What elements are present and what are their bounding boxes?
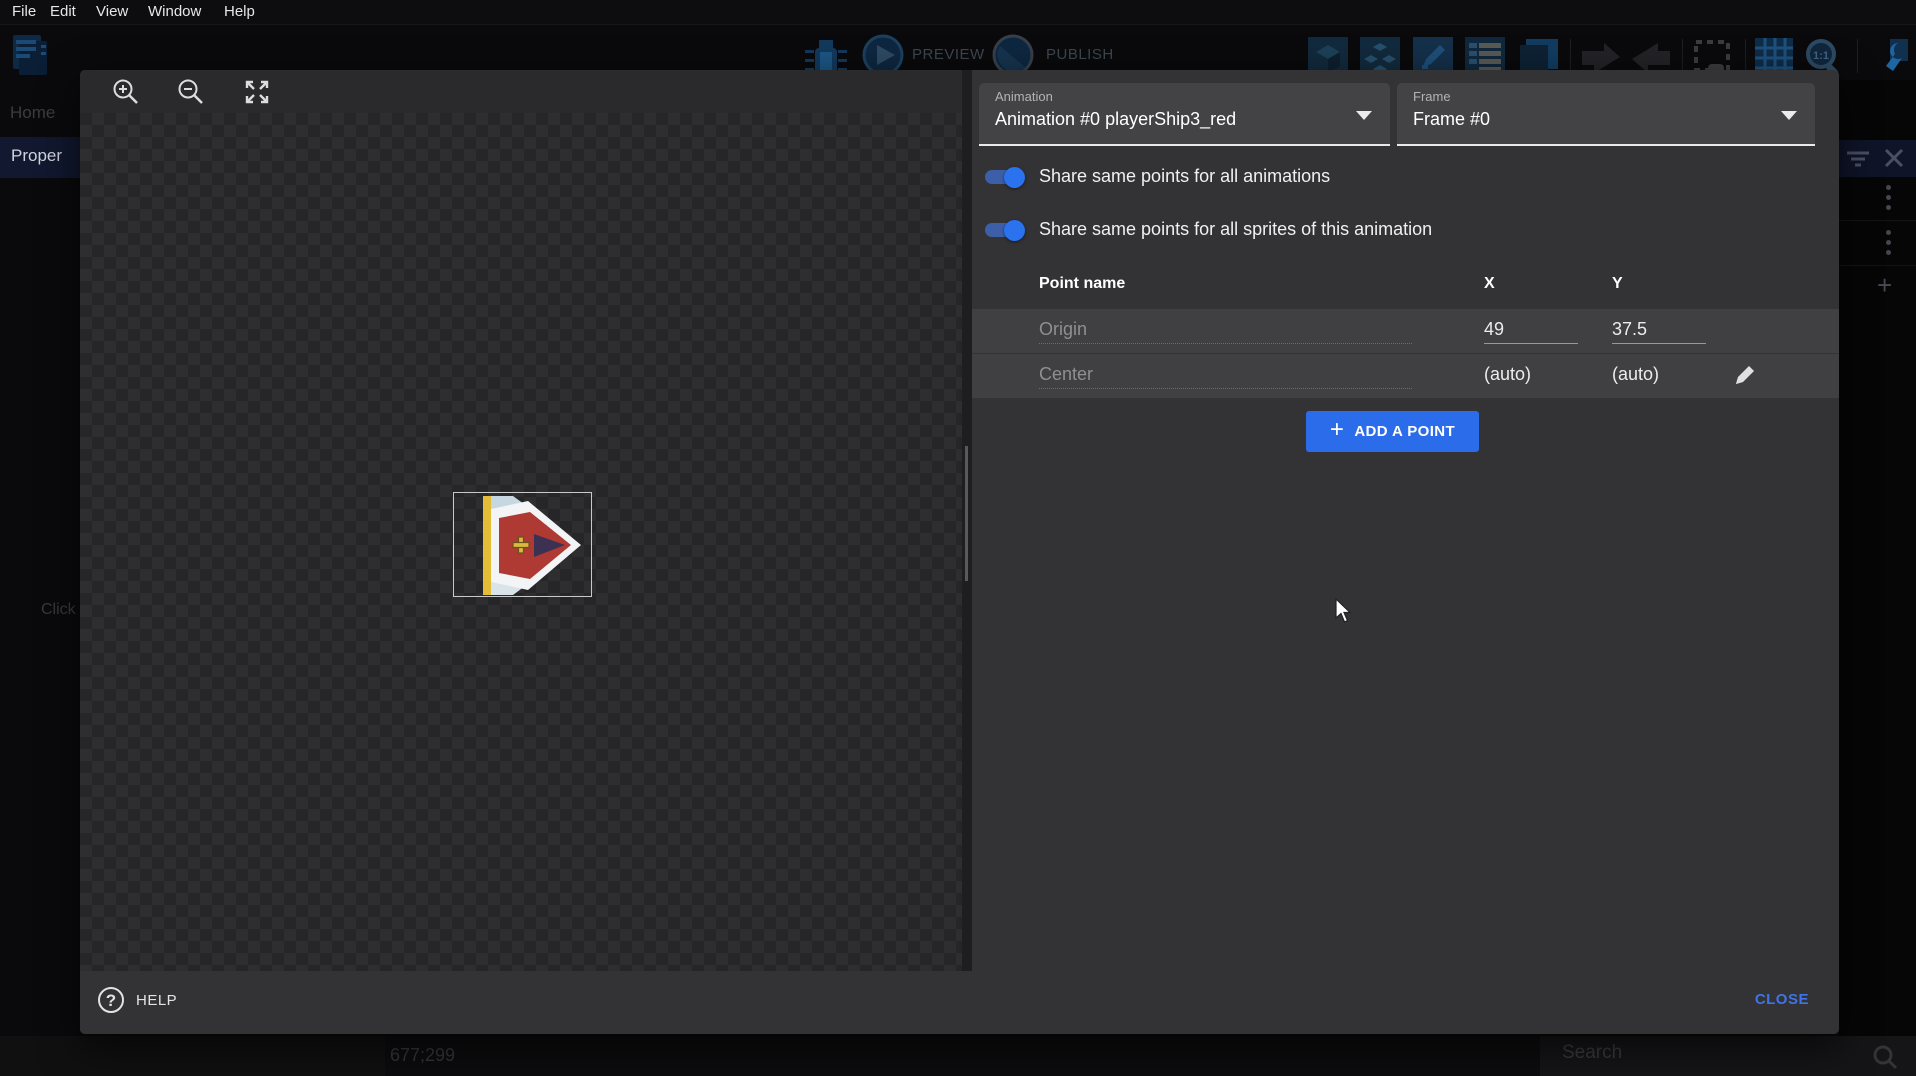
point-x-field[interactable]: 49 [1484, 319, 1578, 344]
close-icon[interactable] [1883, 147, 1905, 169]
chevron-down-icon [1781, 111, 1797, 120]
tools-wrench-icon[interactable] [1868, 37, 1910, 79]
kebab-menu-icon[interactable] [1886, 230, 1892, 258]
menu-bar: File Edit View Window Help [0, 0, 1916, 25]
fit-to-screen-icon[interactable] [243, 78, 271, 106]
scrollbar-thumb[interactable] [965, 446, 968, 581]
canvas-toolbar [80, 70, 962, 113]
close-dialog-button[interactable]: CLOSE [1755, 991, 1809, 1008]
add-icon[interactable]: + [1877, 275, 1899, 297]
canvas-panel-divider [962, 70, 972, 971]
table-row-center[interactable]: Center (auto) (auto) [972, 354, 1839, 399]
tab-properties[interactable]: Proper [0, 137, 80, 178]
column-header-y: Y [1612, 275, 1623, 293]
toggle-label: Share same points for all animations [1039, 166, 1330, 187]
zoom-out-icon[interactable] [177, 78, 205, 106]
share-points-animations-toggle[interactable] [983, 165, 1025, 189]
points-table: Point name X Y Origin 49 37.5 Center (au… [972, 265, 1839, 399]
filter-icon[interactable] [1847, 150, 1871, 168]
search-box[interactable] [1540, 1036, 1916, 1076]
column-header-x: X [1484, 275, 1495, 293]
sprite-selection-box[interactable] [453, 492, 592, 597]
point-name-field[interactable]: Origin [1039, 319, 1412, 344]
properties-side-panel: + [1839, 80, 1916, 1036]
menu-file[interactable]: File [12, 3, 36, 20]
background-hint-text: Click [41, 601, 76, 619]
menu-edit[interactable]: Edit [50, 3, 76, 20]
frame-select-value: Frame #0 [1413, 109, 1490, 130]
menu-help[interactable]: Help [224, 3, 255, 20]
help-icon: ? [98, 987, 124, 1013]
edit-pencil-icon[interactable] [1730, 362, 1758, 390]
points-panel: Animation Animation #0 playerShip3_red F… [972, 70, 1839, 971]
panel-row [1839, 177, 1916, 221]
point-x-field[interactable]: (auto) [1484, 364, 1578, 388]
status-cell [0, 1036, 385, 1076]
sprite-canvas-column [80, 70, 962, 971]
add-point-label: ADD A POINT [1354, 423, 1455, 440]
points-editor-dialog: Animation Animation #0 playerShip3_red F… [80, 70, 1839, 1034]
help-label: HELP [136, 992, 177, 1009]
animation-select-value: Animation #0 playerShip3_red [995, 109, 1236, 130]
add-point-button[interactable]: + ADD A POINT [1306, 411, 1479, 452]
animation-select-label: Animation [995, 89, 1053, 104]
animation-select[interactable]: Animation Animation #0 playerShip3_red [979, 83, 1390, 146]
cursor-coordinates: 677;299 [390, 1045, 455, 1066]
menu-view[interactable]: View [96, 3, 128, 20]
preview-label[interactable]: PREVIEW [912, 46, 985, 63]
search-input[interactable] [1562, 1042, 1842, 1064]
frame-select-label: Frame [1413, 89, 1451, 104]
zoom-in-icon[interactable] [112, 78, 140, 106]
sprite-image [453, 492, 594, 599]
chevron-down-icon [1356, 111, 1372, 120]
publish-label[interactable]: PUBLISH [1046, 46, 1114, 63]
help-button[interactable]: ? HELP [98, 987, 177, 1013]
point-name-field[interactable]: Center [1039, 364, 1412, 389]
search-icon[interactable] [1872, 1044, 1898, 1070]
mouse-cursor [1335, 598, 1353, 624]
plus-icon: + [1330, 418, 1344, 442]
project-manager-icon[interactable] [10, 33, 50, 79]
table-row-origin[interactable]: Origin 49 37.5 [972, 309, 1839, 354]
svg-text:1:1: 1:1 [1813, 50, 1829, 62]
properties-panel-header [1839, 140, 1916, 177]
tab-properties-label: Proper [11, 146, 62, 166]
menu-window[interactable]: Window [148, 3, 201, 20]
share-points-animations-row: Share same points for all animations [972, 160, 1832, 196]
share-points-sprites-toggle[interactable] [983, 218, 1025, 242]
status-bar: 677;299 [0, 1036, 1916, 1076]
point-y-field[interactable]: 37.5 [1612, 319, 1706, 344]
tab-home[interactable]: Home [10, 103, 55, 123]
point-y-field[interactable]: (auto) [1612, 364, 1706, 388]
kebab-menu-icon[interactable] [1886, 185, 1892, 213]
column-header-name: Point name [1039, 275, 1125, 293]
panel-row: + [1839, 267, 1916, 311]
share-points-sprites-row: Share same points for all sprites of thi… [972, 213, 1832, 249]
sprite-canvas[interactable] [80, 113, 962, 971]
points-table-header: Point name X Y [972, 265, 1839, 309]
dialog-footer: ? HELP CLOSE [80, 971, 1839, 1034]
toggle-label: Share same points for all sprites of thi… [1039, 219, 1432, 240]
frame-select[interactable]: Frame Frame #0 [1397, 83, 1815, 146]
panel-row [1839, 222, 1916, 266]
